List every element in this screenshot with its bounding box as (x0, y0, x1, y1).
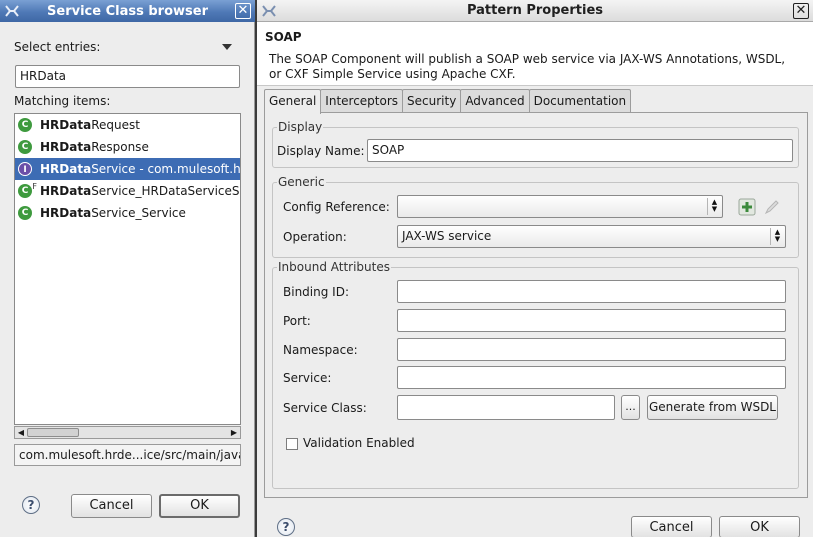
scroll-thumb[interactable] (27, 428, 79, 437)
item-match: HRData (40, 184, 92, 198)
help-icon[interactable]: ? (22, 496, 40, 514)
help-icon[interactable]: ? (277, 518, 295, 536)
app-logo-icon (5, 5, 19, 17)
generate-from-wsdl-button[interactable]: Generate from WSDL (647, 395, 778, 420)
tab-advanced[interactable]: Advanced (460, 89, 530, 113)
close-icon[interactable]: ✕ (793, 3, 809, 19)
scroll-left-icon[interactable]: ◀ (15, 427, 27, 438)
scroll-right-icon[interactable]: ▶ (228, 427, 240, 438)
left-titlebar[interactable]: Service Class browser ✕ (0, 0, 255, 22)
operation-select[interactable]: JAX-WS service ▲ ▼ (397, 225, 786, 248)
config-reference-select[interactable]: ▲ ▼ (397, 195, 723, 218)
namespace-label: Namespace: (283, 343, 358, 357)
class-icon: C (18, 206, 32, 220)
validation-enabled-label: Validation Enabled (303, 436, 415, 450)
namespace-field[interactable] (397, 338, 786, 361)
ok-button[interactable]: OK (159, 494, 240, 518)
service-class-label: Service Class: (283, 401, 367, 415)
final-marker: F (32, 182, 37, 191)
right-dialog-title: Pattern Properties (466, 3, 604, 18)
service-label: Service: (283, 371, 332, 385)
item-match: HRData (40, 206, 92, 220)
item-rest: Response (91, 140, 149, 154)
class-icon: C (18, 118, 32, 132)
right-titlebar[interactable]: Pattern Properties ✕ (257, 0, 813, 22)
edit-config-icon[interactable] (762, 197, 782, 217)
item-rest: Service - com.mulesoft.hr (91, 162, 241, 176)
item-match: HRData (40, 140, 92, 154)
cancel-button[interactable]: Cancel (631, 516, 712, 537)
component-description: The SOAP Component will publish a SOAP w… (269, 52, 786, 81)
search-input[interactable]: HRData (15, 65, 240, 88)
tab-documentation[interactable]: Documentation (528, 89, 632, 113)
spinner-icon: ▲ ▼ (711, 198, 718, 213)
list-item-selected[interactable]: I HRData Service - com.mulesoft.hr (15, 158, 240, 180)
operation-value: JAX-WS service (402, 229, 492, 243)
left-dialog-title: Service Class browser (47, 3, 208, 19)
item-rest: Service_Service (91, 206, 186, 220)
display-name-label: Display Name: (277, 144, 365, 158)
horizontal-scrollbar[interactable]: ◀ ▶ (14, 426, 241, 439)
port-label: Port: (283, 314, 311, 328)
port-field[interactable] (397, 309, 786, 332)
item-rest: Request (91, 118, 140, 132)
tab-bar: General Interceptors Security Advanced D… (264, 89, 632, 114)
list-item[interactable]: C HRData Service_Service (15, 202, 240, 224)
operation-label: Operation: (283, 230, 347, 244)
inbound-group-title: Inbound Attributes (277, 260, 391, 274)
location-path: com.mulesoft.hrde...ice/src/main/java (14, 444, 241, 466)
cancel-button[interactable]: Cancel (71, 494, 152, 518)
interface-icon: I (18, 162, 32, 176)
browse-button[interactable]: ... (621, 395, 640, 420)
tab-general[interactable]: General (264, 89, 322, 114)
class-icon: CF (18, 182, 37, 198)
tab-interceptors[interactable]: Interceptors (320, 89, 404, 113)
display-group-title: Display (277, 120, 324, 134)
generic-group-title: Generic (277, 175, 326, 189)
item-match: HRData (40, 118, 92, 132)
service-field[interactable] (397, 366, 786, 389)
combo-separator (707, 198, 708, 215)
item-rest: Service_HRDataServiceSO (91, 184, 241, 198)
spinner-icon: ▲ ▼ (774, 228, 781, 243)
list-item[interactable]: C HRData Request (15, 114, 240, 136)
class-icon: C (18, 140, 32, 154)
ok-button[interactable]: OK (719, 516, 800, 537)
binding-id-field[interactable] (397, 280, 786, 303)
app-logo-icon (262, 5, 276, 17)
service-class-field[interactable] (397, 395, 615, 420)
general-tab-pane: Display Display Name: SOAP Generic Confi… (264, 112, 808, 498)
service-class-browser-dialog: Service Class browser ✕ Select entries: … (0, 0, 255, 537)
list-item[interactable]: CF HRData Service_HRDataServiceSO (15, 180, 240, 202)
combo-separator (770, 228, 771, 245)
close-icon[interactable]: ✕ (235, 3, 251, 19)
component-title: SOAP (265, 30, 302, 44)
matching-items-list[interactable]: C HRData Request C HRData Response I HRDat… (14, 113, 241, 425)
select-entries-label: Select entries: (14, 40, 101, 54)
binding-id-label: Binding ID: (283, 285, 349, 299)
matching-items-label: Matching items: (14, 94, 111, 108)
dialog-header: SOAP The SOAP Component will publish a S… (257, 22, 813, 86)
pattern-properties-dialog: Pattern Properties ✕ SOAP The SOAP Compo… (257, 0, 813, 537)
display-name-field[interactable]: SOAP (367, 139, 793, 162)
add-config-icon[interactable] (737, 197, 757, 217)
config-reference-label: Config Reference: (283, 200, 390, 214)
list-item[interactable]: C HRData Response (15, 136, 240, 158)
chevron-down-icon[interactable] (222, 44, 232, 50)
item-match: HRData (40, 162, 92, 176)
tab-security[interactable]: Security (402, 89, 462, 113)
validation-enabled-checkbox[interactable] (286, 438, 298, 450)
